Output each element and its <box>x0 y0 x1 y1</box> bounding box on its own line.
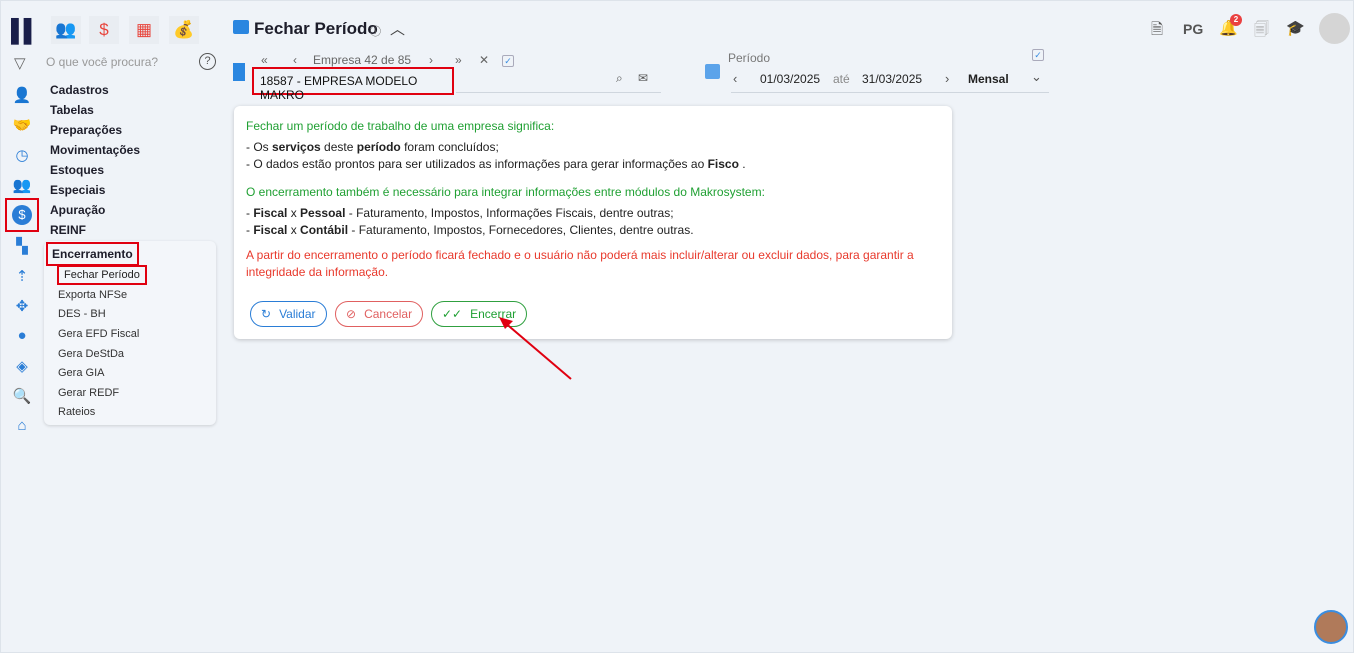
handshake-icon[interactable]: 🤝 <box>11 116 33 136</box>
assistant-avatar[interactable] <box>1314 610 1348 644</box>
period-label: Período <box>728 51 771 65</box>
double-check-icon: ✓✓ <box>442 307 463 321</box>
menu-reinf[interactable]: REINF <box>50 223 86 237</box>
next-period-button[interactable]: › <box>945 71 949 86</box>
building-icon <box>233 63 245 81</box>
company-counter: Empresa 42 de 85 <box>313 53 412 67</box>
period-underline <box>731 92 1049 93</box>
first-company-button[interactable]: « <box>261 53 268 67</box>
prev-period-button[interactable]: ‹ <box>733 71 737 86</box>
validar-button[interactable]: ↻ Validar <box>250 301 327 327</box>
search-company-icon[interactable]: ⌕ <box>616 71 623 86</box>
validar-label: Validar <box>279 307 316 321</box>
date-separator: até <box>833 72 850 86</box>
last-company-button[interactable]: » <box>455 53 462 67</box>
menu-movimentacoes[interactable]: Movimentações <box>50 143 140 157</box>
notification-badge: 2 <box>1230 14 1242 26</box>
arrow-percent-icon[interactable]: ⇡ <box>11 267 33 287</box>
submenu-gera-efd[interactable]: Gera EFD Fiscal <box>58 328 139 340</box>
people-icon[interactable]: 👥 <box>51 16 81 44</box>
cancelar-label: Cancelar <box>364 307 413 321</box>
intro2-text: O encerramento também é necessário para … <box>246 185 765 199</box>
page-title: Fechar Período <box>254 19 378 38</box>
submenu-des-bh[interactable]: DES - BH <box>58 308 106 320</box>
menu-apuracao[interactable]: Apuração <box>50 203 105 217</box>
frequency-chevron-icon[interactable]: ⌄ <box>1031 69 1042 85</box>
next-company-button[interactable]: › <box>429 53 433 67</box>
menu-especiais[interactable]: Especiais <box>50 183 105 197</box>
submenu-gera-gia[interactable]: Gera GIA <box>58 367 104 379</box>
calendar-icon <box>705 64 720 79</box>
network-icon[interactable]: ✥ <box>11 297 33 317</box>
money-bag-icon[interactable]: 💰 <box>169 16 199 44</box>
report-search-icon[interactable]: 🗐 <box>1254 19 1269 44</box>
submenu-gerar-redf[interactable]: Gerar REDF <box>58 387 119 399</box>
home-icon[interactable]: ⌂ <box>11 417 33 437</box>
user-avatar[interactable] <box>1319 13 1350 44</box>
period-checkbox[interactable]: ✓ <box>1032 49 1044 61</box>
company-field[interactable]: 18587 - EMPRESA MODELO MAKRO <box>252 67 454 102</box>
monitor-icon <box>233 20 249 34</box>
app-logo[interactable]: ▌▌ <box>11 18 39 44</box>
bag-icon[interactable]: ● <box>11 327 33 347</box>
graduation-cap-icon[interactable]: 🎓 <box>1286 19 1305 37</box>
mail-icon[interactable]: ✉ <box>638 71 648 85</box>
search-input[interactable]: O que você procura? <box>46 55 158 69</box>
submenu-gera-destda[interactable]: Gera DeStDa <box>58 348 124 360</box>
info-icon[interactable]: ⓘ <box>370 23 381 39</box>
dollar-circle-icon[interactable]: $ <box>12 205 32 225</box>
info-card: Fechar um período de trabalho de uma emp… <box>234 106 952 339</box>
users-icon[interactable]: 👥 <box>11 176 33 196</box>
submenu-fechar-periodo[interactable]: Fechar Período <box>57 265 147 285</box>
clear-company-button[interactable]: ✕ <box>479 53 489 67</box>
bullet-dados: - O dados estão prontos para ser utiliza… <box>246 157 746 171</box>
pg-button[interactable]: PG <box>1183 21 1203 37</box>
intro-text: Fechar um período de trabalho de uma emp… <box>246 119 555 133</box>
grid-icon[interactable]: ▚ <box>11 237 33 257</box>
company-checkbox[interactable]: ✓ <box>502 55 514 67</box>
date-to-field[interactable]: 31/03/2025 <box>862 72 922 86</box>
bullet-fiscal-pessoal: - Fiscal x Pessoal - Faturamento, Impost… <box>246 206 674 220</box>
ban-icon: ⊘ <box>346 307 357 321</box>
menu-preparacoes[interactable]: Preparações <box>50 123 122 137</box>
frequency-select[interactable]: Mensal <box>968 72 1009 86</box>
annotation-arrow <box>499 317 572 380</box>
layers-icon[interactable]: ◈ <box>11 357 33 377</box>
clock-icon[interactable]: ◷ <box>11 146 33 166</box>
user-settings-icon[interactable]: 👤 <box>11 86 33 106</box>
filter-icon[interactable]: ▽ <box>14 54 26 72</box>
cancelar-button[interactable]: ⊘ Cancelar <box>335 301 424 327</box>
date-from-field[interactable]: 01/03/2025 <box>760 72 820 86</box>
help-icon[interactable]: ? <box>199 53 216 70</box>
warning-text: A partir do encerramento o período ficar… <box>246 248 914 279</box>
calculator-icon[interactable]: ▦ <box>129 16 159 44</box>
prev-company-button[interactable]: ‹ <box>293 53 297 67</box>
menu-cadastros[interactable]: Cadastros <box>50 83 109 97</box>
document-icon[interactable]: 🗎 <box>1151 19 1163 44</box>
bullet-servicos: - Os serviços deste período foram conclu… <box>246 140 499 154</box>
submenu-encerramento[interactable]: Encerramento <box>46 242 139 266</box>
company-underline <box>456 92 661 93</box>
refresh-icon: ↻ <box>261 307 272 321</box>
submenu-rateios[interactable]: Rateios <box>58 406 95 418</box>
dollar-icon[interactable]: $ <box>89 16 119 44</box>
collapse-chevron-icon[interactable]: ︿ <box>390 18 405 39</box>
menu-tabelas[interactable]: Tabelas <box>50 103 94 117</box>
submenu-exporta-nfse[interactable]: Exporta NFSe <box>58 289 127 301</box>
magnifier-icon[interactable]: 🔍 <box>11 387 33 407</box>
bullet-fiscal-contabil: - Fiscal x Contábil - Faturamento, Impos… <box>246 223 694 237</box>
menu-estoques[interactable]: Estoques <box>50 163 104 177</box>
